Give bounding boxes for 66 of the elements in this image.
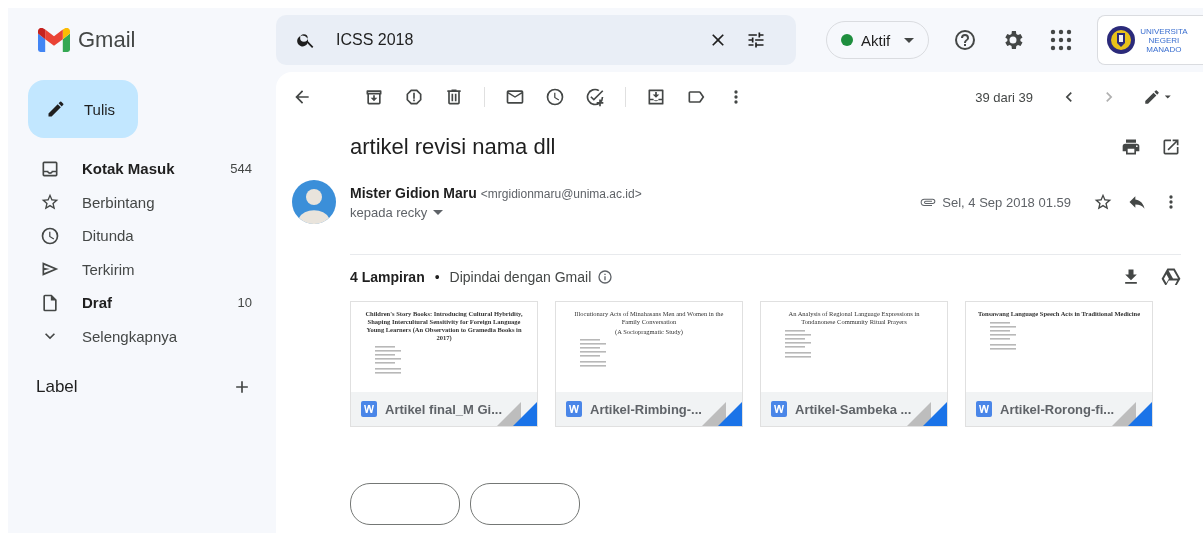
scan-note: Dipindai dengan Gmail [449, 269, 592, 285]
report-spam-icon[interactable] [404, 87, 424, 107]
search-field[interactable]: ICSS 2018 [334, 30, 690, 50]
sidebar-item[interactable]: Berbintang [16, 185, 268, 219]
sidebar-item[interactable]: Kotak Masuk 544 [16, 152, 268, 186]
word-document-icon [771, 401, 787, 417]
archive-icon[interactable] [364, 87, 384, 107]
author-lines-drawing [785, 330, 811, 358]
author-lines-drawing [580, 339, 606, 367]
author-lines-drawing [375, 346, 401, 374]
word-document-icon [976, 401, 992, 417]
sender-avatar [292, 180, 336, 224]
pencil-icon [46, 99, 66, 119]
status-button[interactable]: Aktif [826, 21, 930, 59]
message-date: Sel, 4 Sep 2018 01.59 [942, 194, 1071, 210]
attachments-count: 4 Lampiran [350, 269, 425, 285]
attachment-filename: Artikel-Rimbing-... [590, 401, 702, 417]
reply-button[interactable] [350, 483, 460, 525]
search-options-icon[interactable] [746, 30, 766, 50]
add-task-icon[interactable] [585, 87, 605, 107]
caret-icon [433, 209, 444, 215]
sidebar-item[interactable]: Ditunda [16, 219, 268, 253]
app-name: Gmail [78, 27, 136, 53]
attachment-filename: Artikel-Rorong-fi... [1000, 401, 1115, 417]
sidebar-item[interactable]: Terkirim [16, 252, 268, 286]
page-fold-drawing [1112, 402, 1152, 426]
labels-heading: Label [36, 377, 78, 397]
caret-icon [904, 37, 915, 43]
help-icon[interactable] [953, 28, 978, 52]
info-icon[interactable] [597, 269, 614, 285]
search-bar[interactable]: ICSS 2018 [276, 15, 796, 65]
recipient-dropdown[interactable]: kepada recky [350, 204, 642, 220]
email-subject: artikel revisi nama dll [350, 134, 557, 160]
open-in-new-window-icon[interactable] [1161, 137, 1181, 157]
sender-email: <mrgidionmaru@unima.ac.id> [480, 186, 642, 201]
add-to-drive-icon[interactable] [1161, 267, 1181, 287]
mail-icon[interactable] [505, 87, 525, 107]
sender-name: Mister Gidion Maru [350, 184, 477, 201]
sidebar-item[interactable]: Draf 10 [16, 286, 268, 320]
university-name-text: MANADO [1145, 44, 1183, 54]
clock-icon [40, 225, 60, 246]
author-lines-drawing [990, 322, 1016, 350]
forward-button[interactable] [470, 483, 580, 525]
input-tools-pencil-icon[interactable] [1143, 87, 1173, 107]
word-document-icon [566, 401, 582, 417]
snooze-clock-icon[interactable] [545, 87, 565, 107]
page-fold-drawing [907, 402, 947, 426]
account-button[interactable]: UNIVERSITA NEGERI MANADO [1097, 15, 1203, 65]
separator-dot: • [434, 269, 440, 285]
attachment-filename: Artikel-Sambeka ... [795, 401, 912, 417]
university-seal-icon [1106, 25, 1137, 55]
print-icon[interactable] [1121, 137, 1141, 157]
star-icon[interactable] [1093, 192, 1113, 212]
university-name-text: NEGERI [1147, 35, 1181, 45]
sidebar-item[interactable]: Selengkapnya [16, 319, 268, 353]
word-document-icon [361, 401, 377, 417]
university-name-text: UNIVERSITA [1140, 26, 1188, 36]
apps-grid-icon[interactable] [1049, 28, 1074, 52]
gmail-logo-icon [38, 28, 70, 52]
delete-icon[interactable] [444, 87, 464, 107]
page-fold-drawing [702, 402, 742, 426]
move-to-icon[interactable] [646, 87, 666, 107]
document-icon [40, 292, 60, 313]
attachment-filename: Artikel final_M Gi... [385, 401, 503, 417]
compose-button[interactable]: Tulis [28, 80, 138, 138]
message-position: 39 dari 39 [975, 89, 1033, 105]
